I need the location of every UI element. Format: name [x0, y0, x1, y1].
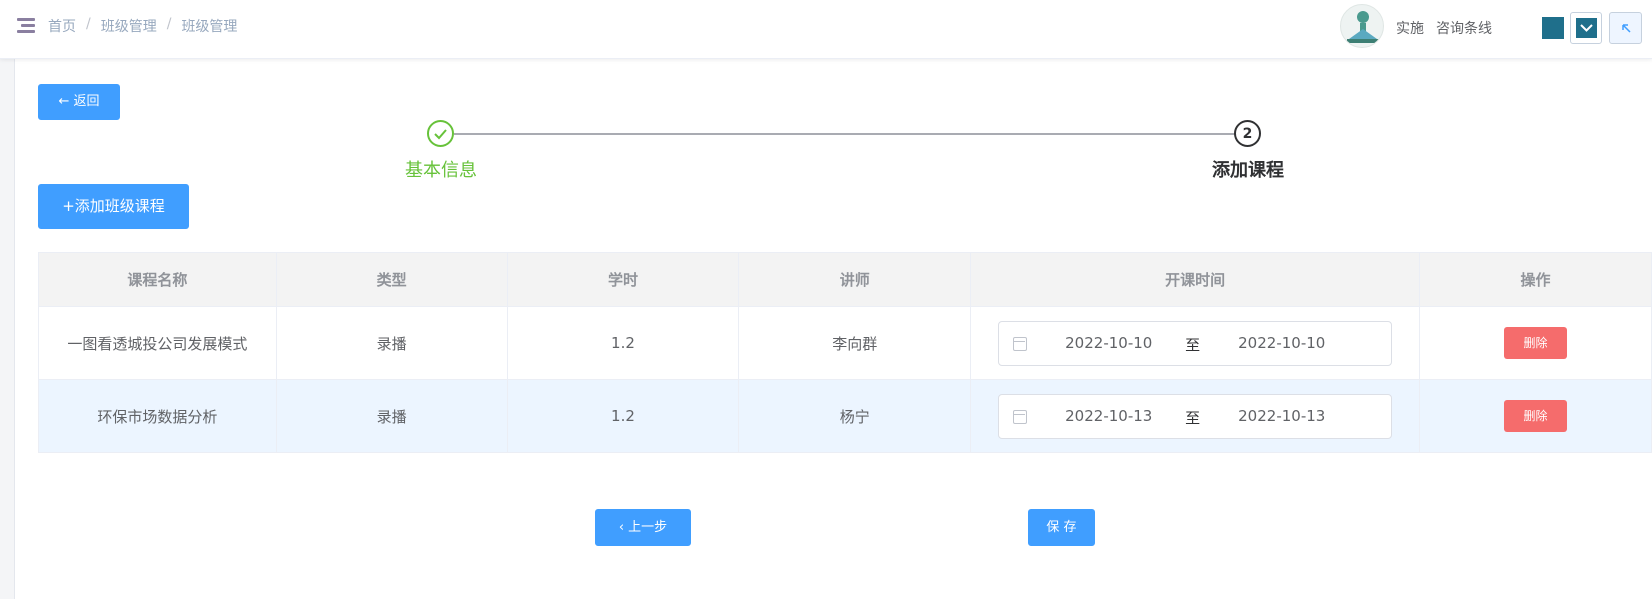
- step-2-number: 2: [1234, 120, 1261, 147]
- consult-hotline-link[interactable]: 咨询条线: [1436, 18, 1492, 38]
- step-connector-line: [454, 133, 1235, 135]
- cell-course-name: 一图看透城投公司发展模式: [38, 306, 277, 380]
- end-date-input[interactable]: 2022-10-10: [1238, 334, 1325, 352]
- start-date-input[interactable]: 2022-10-10: [1065, 334, 1152, 352]
- breadcrumb-separator: /: [166, 16, 172, 32]
- breadcrumb-current: 班级管理: [181, 19, 238, 35]
- column-header-type: 类型: [275, 252, 508, 307]
- breadcrumb-separator: /: [86, 16, 91, 32]
- check-icon: [434, 129, 447, 140]
- cell-actions: 删除: [1419, 379, 1652, 453]
- step-2-title: 添加课程: [1212, 160, 1284, 181]
- range-separator: 至: [1185, 408, 1201, 427]
- breadcrumb-home[interactable]: 首页: [48, 16, 76, 36]
- save-button[interactable]: 保 存: [1028, 509, 1095, 546]
- chevron-down-icon: [1580, 24, 1593, 32]
- cell-date-range: 2022-10-10 至 2022-10-10: [970, 306, 1421, 380]
- cell-type: 录播: [275, 379, 508, 453]
- cell-course-name: 环保市场数据分析: [38, 379, 277, 453]
- delete-button[interactable]: 删除: [1504, 327, 1568, 359]
- back-button[interactable]: ← 返回: [38, 84, 120, 120]
- cell-teacher: 杨宁: [738, 379, 972, 453]
- column-header-teacher: 讲师: [738, 252, 972, 307]
- steps-indicator: 基本信息 2 添加课程: [0, 118, 1652, 188]
- breadcrumb-class-management[interactable]: 班级管理: [101, 16, 157, 36]
- cell-date-range: 2022-10-13 至 2022-10-13: [970, 379, 1421, 453]
- end-date-input[interactable]: 2022-10-13: [1238, 407, 1325, 425]
- column-header-hours: 学时: [506, 252, 740, 307]
- left-sidebar-rail: [0, 0, 15, 599]
- previous-step-label: 上一步: [628, 520, 668, 535]
- breadcrumb: 首页 / 班级管理 / 班级管理: [48, 16, 237, 36]
- cell-actions: 删除: [1419, 306, 1652, 380]
- expand-button[interactable]: [1609, 12, 1642, 44]
- avatar[interactable]: [1340, 4, 1384, 48]
- step-1-title: 基本信息: [405, 160, 477, 181]
- range-separator: 至: [1185, 335, 1201, 354]
- table-header-row: 课程名称 类型 学时 讲师 开课时间 操作: [38, 252, 1652, 307]
- column-header-actions: 操作: [1419, 252, 1652, 307]
- dropdown-button[interactable]: [1570, 12, 1602, 44]
- column-header-course-name: 课程名称: [38, 252, 277, 307]
- hamburger-menu-icon[interactable]: [17, 18, 35, 33]
- cell-hours: 1.2: [506, 306, 740, 380]
- arrow-up-left-icon: [1621, 24, 1631, 33]
- chevron-left-icon: ‹: [618, 520, 625, 535]
- back-button-label: 返回: [73, 94, 100, 109]
- add-class-course-button[interactable]: +添加班级课程: [38, 184, 189, 229]
- step-1-check-icon: [427, 120, 454, 147]
- table-row: 一图看透城投公司发展模式 录播 1.2 李向群 2022-10-10 至 202…: [38, 306, 1652, 380]
- theme-color-square[interactable]: [1542, 17, 1564, 39]
- cell-hours: 1.2: [506, 379, 740, 453]
- calendar-icon: [1013, 336, 1028, 351]
- top-navbar: 首页 / 班级管理 / 班级管理 实施 咨询条线: [0, 0, 1652, 59]
- arrow-left-icon: ←: [58, 94, 70, 109]
- course-table: 课程名称 类型 学时 讲师 开课时间 操作 一图看透城投公司发展模式 录播 1.…: [38, 252, 1652, 453]
- table-row: 环保市场数据分析 录播 1.2 杨宁 2022-10-13 至 2022-10-…: [38, 379, 1652, 453]
- cell-teacher: 李向群: [738, 306, 972, 380]
- delete-button[interactable]: 删除: [1504, 400, 1568, 432]
- user-name[interactable]: 实施: [1396, 18, 1424, 38]
- cell-type: 录播: [275, 306, 508, 380]
- user-avatar-icon: [1347, 11, 1379, 43]
- previous-step-button[interactable]: ‹ 上一步: [595, 509, 691, 546]
- column-header-start-time: 开课时间: [970, 252, 1421, 307]
- date-range-picker[interactable]: 2022-10-13 至 2022-10-13: [998, 393, 1393, 439]
- calendar-icon: [1013, 409, 1028, 424]
- date-range-picker[interactable]: 2022-10-10 至 2022-10-10: [998, 320, 1393, 366]
- start-date-input[interactable]: 2022-10-13: [1065, 407, 1152, 425]
